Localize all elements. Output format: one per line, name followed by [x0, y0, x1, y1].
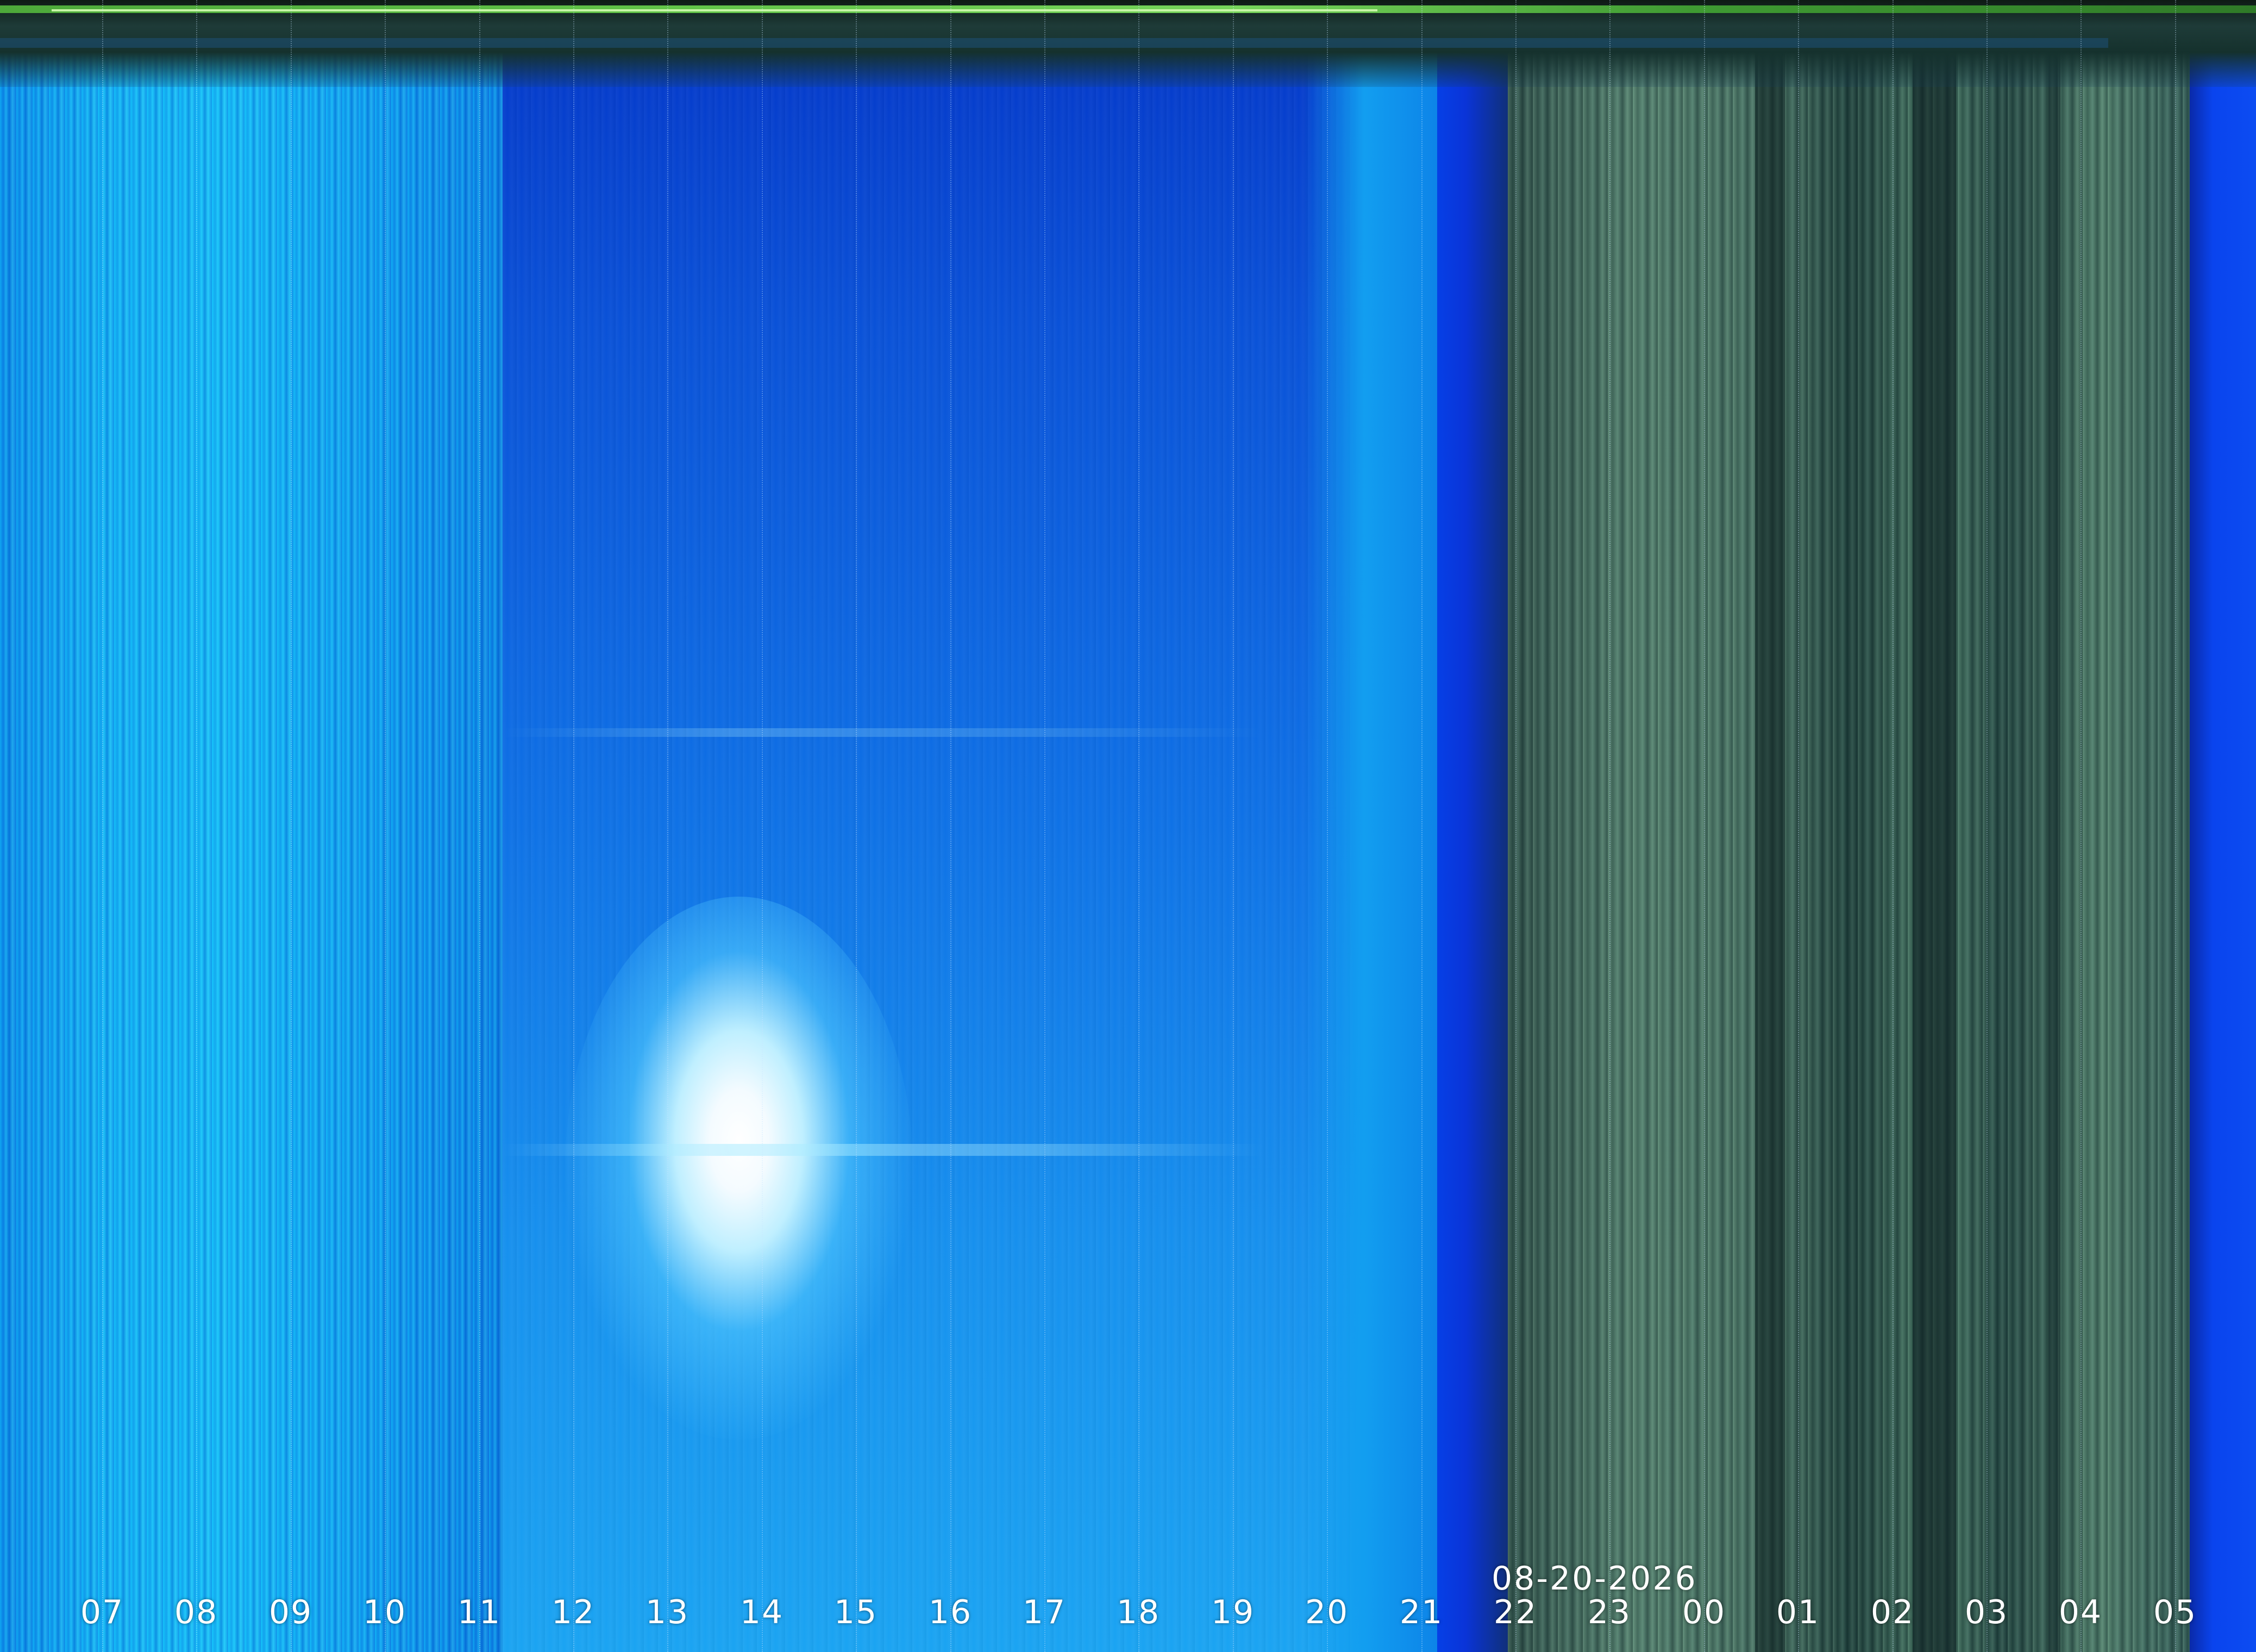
hour-gridline	[950, 0, 951, 1652]
hour-gridline	[1892, 0, 1894, 1652]
lens-flare-band	[503, 728, 1263, 737]
hour-gridline	[102, 0, 103, 1652]
hour-gridline	[573, 0, 574, 1652]
hour-label: 22	[1493, 1593, 1538, 1631]
hour-gridline	[1798, 0, 1799, 1652]
hour-label: 21	[1399, 1593, 1444, 1631]
hour-gridline	[856, 0, 857, 1652]
hour-label: 23	[1587, 1593, 1632, 1631]
hour-gridline	[1704, 0, 1705, 1652]
hour-label: 18	[1116, 1593, 1161, 1631]
keogram-image: 07 08 09 10 11 12 13 14 15 16 17 18 19 20 21 22 23 00 01 02…	[0, 0, 2256, 1652]
sun-glare	[565, 897, 913, 1440]
hour-label: 11	[457, 1593, 502, 1631]
hour-label: 05	[2153, 1593, 2197, 1631]
hour-label: 13	[645, 1593, 690, 1631]
hour-gridline	[1515, 0, 1516, 1652]
hour-gridline	[1609, 0, 1610, 1652]
hour-gridline	[2080, 0, 2082, 1652]
hour-label: 10	[362, 1593, 407, 1631]
night-dark-streak	[2048, 0, 2060, 1652]
hour-gridline	[762, 0, 763, 1652]
hour-gridline	[1233, 0, 1234, 1652]
hour-label: 09	[268, 1593, 313, 1631]
hour-gridline	[1138, 0, 1139, 1652]
night-dark-streak	[1755, 0, 1785, 1652]
daytime-sky-clear	[503, 0, 1437, 1652]
hour-label: 15	[834, 1593, 878, 1631]
hour-label: 02	[1870, 1593, 1915, 1631]
dawn-transition	[2190, 0, 2256, 1652]
hour-gridline	[385, 0, 386, 1652]
hour-gridline	[291, 0, 292, 1652]
hour-label: 14	[740, 1593, 784, 1631]
hour-label: 07	[80, 1593, 124, 1631]
hour-label: 01	[1776, 1593, 1820, 1631]
hour-label: 03	[1964, 1593, 2009, 1631]
daytime-sky-streaks	[0, 0, 503, 1652]
daytime-sky-clear-late	[1304, 0, 1437, 1652]
hour-label: 08	[174, 1593, 218, 1631]
date-label: 08-20-2026	[1492, 1560, 1697, 1598]
lens-flare-band	[503, 1144, 1263, 1156]
hour-label: 04	[2058, 1593, 2103, 1631]
hour-gridline	[1044, 0, 1045, 1652]
night-sky-streaks	[1508, 0, 2198, 1652]
hour-label: 00	[1682, 1593, 1726, 1631]
hour-gridline	[196, 0, 197, 1652]
hour-label: 12	[551, 1593, 596, 1631]
hour-label: 20	[1305, 1593, 1349, 1631]
hour-gridline	[667, 0, 668, 1652]
dusk-transition	[1437, 0, 1508, 1652]
hour-gridline	[1327, 0, 1328, 1652]
night-dark-streak	[1913, 0, 1956, 1652]
top-status-line	[52, 9, 1377, 11]
hour-gridline	[2175, 0, 2176, 1652]
hour-label: 17	[1022, 1593, 1067, 1631]
hour-gridline	[1986, 0, 1988, 1652]
top-horizon-band	[0, 38, 2108, 48]
hour-label: 19	[1211, 1593, 1255, 1631]
hour-gridline	[1421, 0, 1422, 1652]
hour-label: 16	[928, 1593, 973, 1631]
hour-gridline	[479, 0, 480, 1652]
